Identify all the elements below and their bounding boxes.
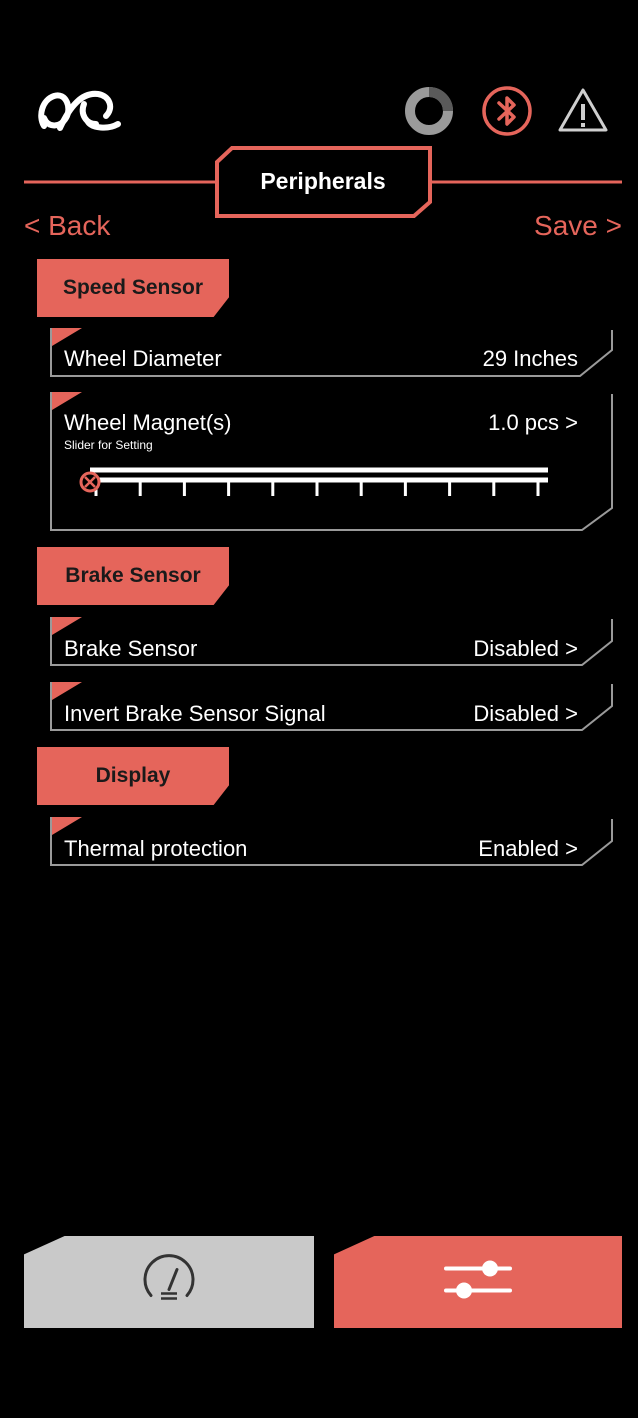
row-value: 29 Inches <box>482 346 578 371</box>
wheel-magnets-slider[interactable] <box>78 464 558 504</box>
row-value: 1.0 pcs > <box>488 410 578 435</box>
speedometer-icon <box>139 1250 199 1315</box>
tab-settings[interactable] <box>334 1236 622 1328</box>
row-corner-marker <box>52 328 82 346</box>
sliders-icon <box>442 1255 514 1310</box>
save-button[interactable]: Save > <box>534 210 622 242</box>
section-title: Speed Sensor <box>62 276 204 299</box>
row-thermal-protection[interactable]: Thermal protection Enabled > <box>48 817 616 867</box>
row-brake-sensor[interactable]: Brake Sensor Disabled > <box>48 617 616 667</box>
row-wheel-diameter[interactable]: Wheel Diameter 29 Inches <box>48 328 616 378</box>
page-title: Peripherals <box>260 168 386 194</box>
row-label: Wheel Diameter <box>64 346 222 371</box>
row-label: Invert Brake Sensor Signal <box>64 701 326 726</box>
row-label: Brake Sensor <box>64 636 198 661</box>
progress-ring-icon <box>402 84 456 138</box>
row-wheel-magnets[interactable]: Wheel Magnet(s) 1.0 pcs > Slider for Set… <box>48 392 616 532</box>
row-value: Disabled > <box>473 636 578 661</box>
tab-dashboard[interactable] <box>24 1236 314 1328</box>
row-invert-brake-sensor-signal[interactable]: Invert Brake Sensor Signal Disabled > <box>48 682 616 732</box>
warning-icon[interactable] <box>556 84 610 138</box>
row-value: Disabled > <box>473 701 578 726</box>
section-title: Brake Sensor <box>65 564 201 587</box>
slider-thumb[interactable] <box>79 471 101 493</box>
row-sublabel: Slider for Setting <box>64 438 153 452</box>
section-header-brake-sensor: Brake Sensor <box>37 547 229 605</box>
row-label: Thermal protection <box>64 836 248 861</box>
row-corner-marker <box>52 682 82 700</box>
bluetooth-icon[interactable] <box>480 84 534 138</box>
row-label: Wheel Magnet(s) <box>64 410 232 435</box>
brand-logo-icon <box>36 86 126 134</box>
back-button[interactable]: < Back <box>24 210 110 242</box>
section-title: Display <box>95 764 171 787</box>
row-corner-marker <box>52 817 82 835</box>
section-header-speed-sensor: Speed Sensor <box>37 259 229 317</box>
row-corner-marker <box>52 617 82 635</box>
section-header-display: Display <box>37 747 229 805</box>
row-value: Enabled > <box>478 836 578 861</box>
row-corner-marker <box>52 392 82 410</box>
